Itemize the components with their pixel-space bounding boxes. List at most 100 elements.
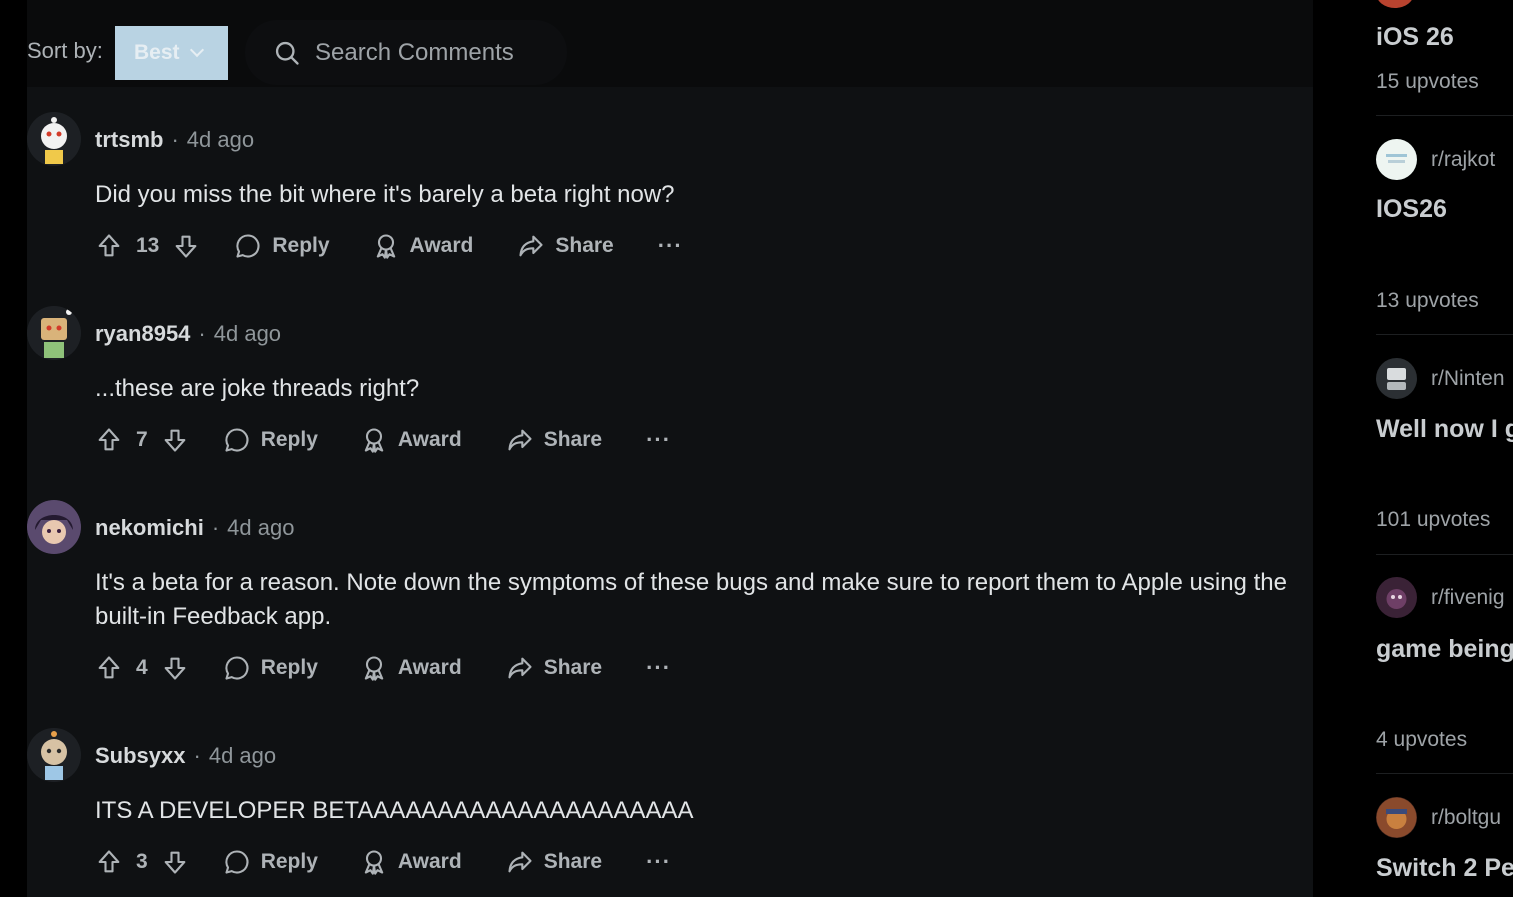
timestamp: 4d ago: [227, 515, 295, 540]
comment-bubble-icon: [236, 234, 260, 258]
comment-meta: ryan8954 · 4d ago: [95, 321, 281, 347]
search-placeholder: Search Comments: [315, 38, 514, 66]
upvote-icon[interactable]: [95, 232, 123, 260]
upvote-icon[interactable]: [95, 426, 123, 454]
more-options-icon[interactable]: ···: [646, 427, 671, 453]
reply-label: Reply: [260, 428, 318, 451]
downvote-icon[interactable]: [161, 426, 189, 454]
comment-body: ...these are joke threads right?: [95, 375, 420, 402]
username[interactable]: trtsmb: [95, 127, 163, 153]
reply-button[interactable]: Reply: [223, 848, 318, 876]
comment-bubble-icon: [225, 850, 249, 874]
reply-button[interactable]: Reply: [223, 654, 318, 682]
award-button[interactable]: Award: [360, 654, 462, 682]
username[interactable]: ryan8954: [95, 321, 190, 347]
vote-count: 4: [136, 656, 148, 679]
share-icon: [508, 657, 532, 679]
comments-panel: Sort by: Best Search Comments trtsmb · 4…: [27, 0, 1313, 897]
separator-dot: ·: [171, 127, 179, 152]
vote-count: 13: [136, 234, 160, 257]
award-button[interactable]: Award: [360, 848, 462, 876]
award-label: Award: [397, 850, 462, 873]
upvote-count: 15 upvotes: [1376, 70, 1479, 93]
subreddit-name: r/fivenig: [1431, 585, 1505, 609]
share-label: Share: [543, 850, 603, 873]
username[interactable]: nekomichi: [95, 515, 204, 541]
subreddit-link[interactable]: r/Ninten: [1376, 358, 1505, 399]
separator-dot: ·: [198, 321, 206, 346]
share-button[interactable]: Share: [506, 426, 602, 454]
post-title[interactable]: IOS26: [1376, 195, 1447, 224]
share-icon: [508, 851, 532, 873]
upvote-icon[interactable]: [95, 654, 123, 682]
comment-actions: 4 Reply Award Share ···: [95, 650, 671, 686]
search-comments-input[interactable]: Search Comments: [245, 20, 567, 85]
sort-dropdown[interactable]: Best: [115, 26, 228, 80]
subreddit-name: r/Ninten: [1431, 366, 1505, 390]
subreddit-icon: [1376, 577, 1417, 618]
subreddit-link[interactable]: r/boltgu: [1376, 797, 1501, 838]
post-title[interactable]: Switch 2 Pe: [1376, 854, 1513, 883]
award-label: Award: [397, 428, 462, 451]
subreddit-icon: [1376, 358, 1417, 399]
vote-count: 3: [136, 850, 148, 873]
comment-meta: Subsyxx · 4d ago: [95, 743, 276, 769]
sort-value: Best: [134, 41, 180, 64]
post-title[interactable]: iOS 26: [1376, 23, 1454, 52]
upvote-count: 13 upvotes: [1376, 289, 1479, 312]
subreddit-link[interactable]: r/fivenig: [1376, 577, 1505, 618]
avatar[interactable]: [27, 112, 81, 166]
share-icon: [519, 235, 543, 257]
subreddit-name: r/rajkot: [1431, 147, 1496, 171]
comment-toolbar: Sort by: Best Search Comments: [27, 0, 1313, 87]
award-icon: [364, 656, 384, 681]
comment-body: It's a beta for a reason. Note down the …: [95, 569, 1287, 630]
downvote-icon[interactable]: [172, 232, 200, 260]
comment-meta: nekomichi · 4d ago: [95, 515, 294, 541]
reply-button[interactable]: Reply: [234, 232, 330, 260]
post-title[interactable]: game being: [1376, 635, 1513, 664]
award-icon: [376, 234, 395, 259]
divider: [1376, 773, 1513, 774]
subreddit-icon: [1376, 797, 1417, 838]
separator-dot: ·: [193, 743, 201, 768]
comment-body: Did you miss the bit where it's barely a…: [95, 181, 675, 208]
post-title[interactable]: Well now I g: [1376, 415, 1513, 444]
reply-button[interactable]: Reply: [223, 426, 318, 454]
award-button[interactable]: Award: [372, 232, 474, 260]
timestamp: 4d ago: [186, 127, 255, 152]
more-options-icon[interactable]: ···: [646, 655, 671, 681]
timestamp: 4d ago: [208, 743, 277, 768]
award-button[interactable]: Award: [360, 426, 462, 454]
comment-actions: 7 Reply Award Share ···: [95, 422, 671, 458]
share-label: Share: [543, 428, 603, 451]
award-label: Award: [397, 656, 462, 679]
subreddit-icon: [1376, 139, 1417, 180]
award-icon: [364, 428, 384, 453]
upvote-icon[interactable]: [95, 848, 123, 876]
reply-label: Reply: [272, 234, 330, 257]
more-options-icon[interactable]: ···: [646, 849, 671, 875]
subreddit-link[interactable]: r/rajkot: [1376, 139, 1495, 180]
share-button[interactable]: Share: [517, 232, 614, 260]
more-options-icon[interactable]: ···: [658, 233, 683, 259]
avatar[interactable]: [27, 728, 81, 782]
username[interactable]: Subsyxx: [95, 743, 186, 769]
subreddit-name: r/boltgu: [1431, 805, 1502, 829]
downvote-icon[interactable]: [161, 848, 189, 876]
comment-actions: 3 Reply Award Share ···: [95, 844, 671, 880]
share-icon: [508, 429, 532, 451]
comment-bubble-icon: [225, 656, 249, 680]
share-button[interactable]: Share: [506, 848, 602, 876]
award-icon: [364, 850, 384, 875]
timestamp: 4d ago: [213, 321, 282, 346]
avatar[interactable]: [27, 306, 81, 360]
related-posts-sidebar: iOS 26 15 upvotes r/rajkot IOS26 13 upvo…: [1313, 0, 1513, 897]
divider: [1376, 115, 1513, 116]
share-button[interactable]: Share: [506, 654, 602, 682]
downvote-icon[interactable]: [161, 654, 189, 682]
avatar[interactable]: [27, 500, 81, 554]
share-label: Share: [555, 234, 614, 257]
share-label: Share: [543, 656, 603, 679]
award-label: Award: [409, 234, 474, 257]
